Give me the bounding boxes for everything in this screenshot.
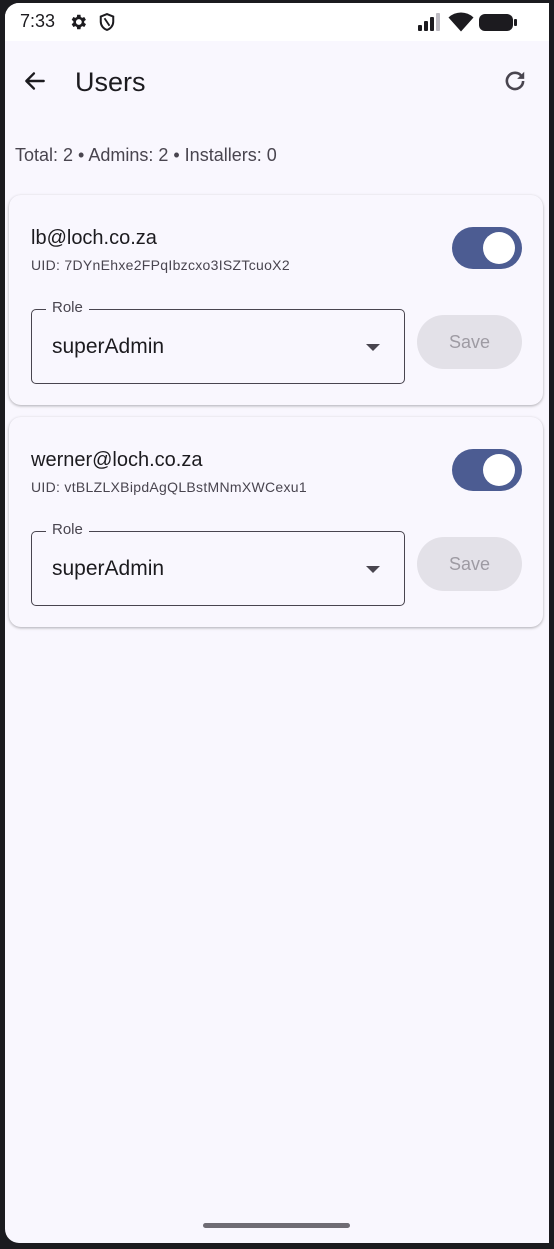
refresh-icon	[502, 68, 528, 99]
role-label: Role	[46, 299, 89, 316]
app-bar: Users	[5, 41, 549, 125]
status-time: 7:33	[20, 11, 56, 31]
arrow-left-icon	[22, 68, 48, 99]
save-button[interactable]: Save	[417, 315, 522, 369]
refresh-button[interactable]	[495, 63, 535, 103]
user-email: lb@loch.co.za	[31, 227, 157, 249]
shield-icon	[97, 12, 117, 37]
status-bar: 7:33	[5, 3, 549, 41]
toggle-thumb	[483, 454, 515, 486]
signal-icon	[417, 13, 441, 36]
role-dropdown[interactable]: Role superAdmin	[31, 521, 405, 606]
wifi-icon	[448, 12, 474, 37]
role-value: superAdmin	[52, 335, 165, 358]
user-card: werner@loch.co.za UID: vtBLZLXBipdAgQLBs…	[9, 417, 543, 627]
users-summary: Total: 2 • Admins: 2 • Installers: 0	[15, 145, 277, 165]
role-value: superAdmin	[52, 557, 165, 580]
gear-icon	[68, 12, 88, 37]
dropdown-arrow-icon	[366, 344, 380, 351]
save-button[interactable]: Save	[417, 537, 522, 591]
battery-icon	[479, 13, 519, 38]
user-card: lb@loch.co.za UID: 7DYnEhxe2FPqIbzcxo3IS…	[9, 195, 543, 405]
back-button[interactable]	[15, 63, 55, 103]
user-email: werner@loch.co.za	[31, 449, 203, 471]
toggle-thumb	[483, 232, 515, 264]
role-label: Role	[46, 521, 89, 538]
user-enabled-toggle[interactable]	[452, 449, 522, 491]
page-title: Users	[75, 67, 146, 97]
user-enabled-toggle[interactable]	[452, 227, 522, 269]
dropdown-arrow-icon	[366, 566, 380, 573]
role-dropdown[interactable]: Role superAdmin	[31, 299, 405, 384]
home-indicator[interactable]	[203, 1223, 350, 1228]
user-uid: UID: 7DYnEhxe2FPqIbzcxo3ISZTcuoX2	[31, 257, 290, 273]
user-uid: UID: vtBLZLXBipdAgQLBstMNmXWCexu1	[31, 479, 307, 495]
users-screen: 7:33 Users Total: 2 • Admins: 2 • Instal…	[5, 3, 549, 1243]
